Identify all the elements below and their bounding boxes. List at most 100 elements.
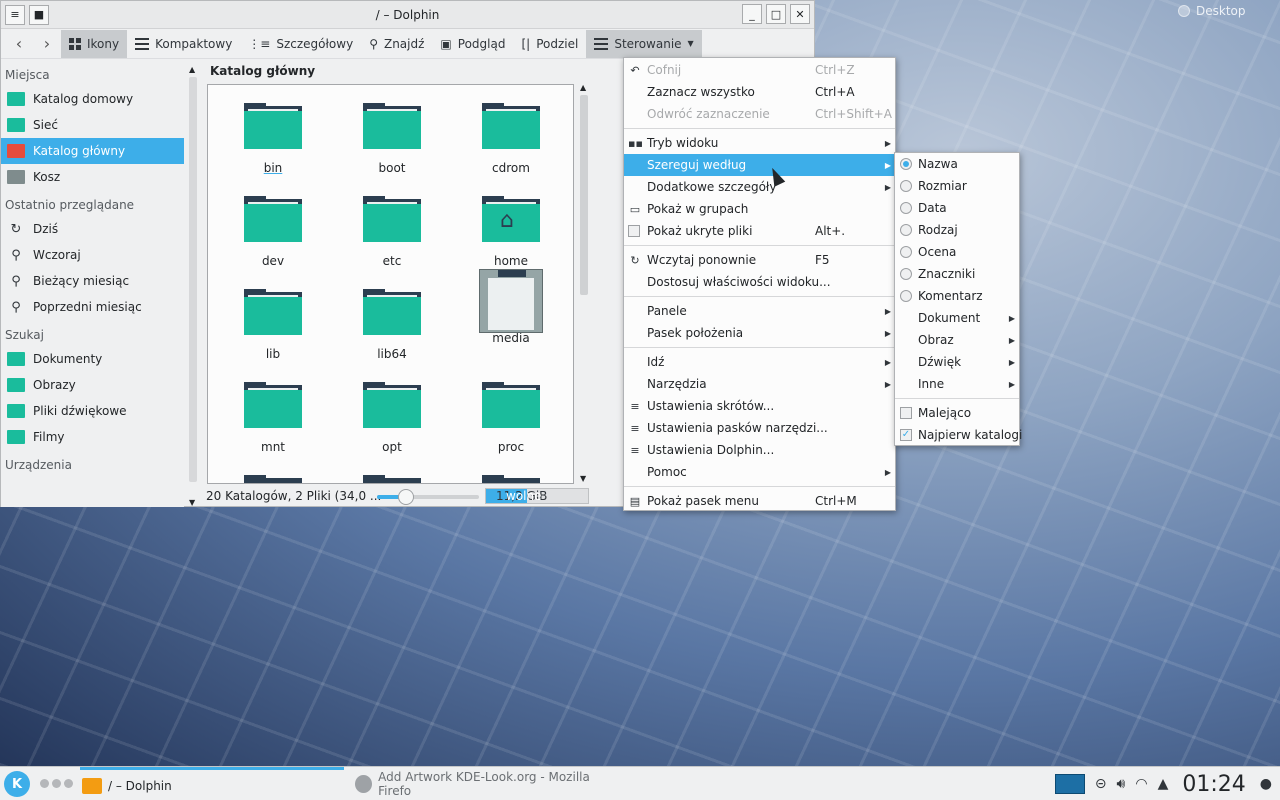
menu-adjust-view[interactable]: Dostosuj właściwości widoku... (624, 271, 895, 293)
menu-dolphin-settings[interactable]: ≡ Ustawienia Dolphin... (624, 439, 895, 461)
file-item-partial[interactable] (347, 475, 437, 483)
maximize-button[interactable]: □ (766, 4, 786, 24)
volume-icon[interactable]: 🔊︎ (1117, 776, 1126, 792)
menu-show-menubar[interactable]: ▤ Pokaż pasek menu Ctrl+M (624, 490, 895, 512)
view-scrollbar[interactable]: ▲ ▼ (579, 83, 589, 483)
free-space-indicator[interactable]: wolne 11,2 GiB (485, 488, 589, 504)
menu-invert-selection[interactable]: Odwróć zaznaczenie Ctrl+Shift+A (624, 103, 895, 125)
menu-additional-info[interactable]: Dodatkowe szczegóły ▶ (624, 176, 895, 198)
scroll-down-icon[interactable]: ▼ (189, 498, 195, 507)
sort-other[interactable]: Inne ▶ (895, 373, 1019, 395)
menu-location-bar[interactable]: Pasek położenia ▶ (624, 322, 895, 344)
minimize-button[interactable]: _ (742, 4, 762, 24)
menu-help[interactable]: Pomoc ▶ (624, 461, 895, 483)
file-item-dev[interactable]: dev (228, 196, 318, 268)
file-item-opt[interactable]: opt (347, 382, 437, 454)
sidebar-item-yesterday[interactable]: ⚲ Wczoraj (1, 242, 184, 268)
scroll-thumb[interactable] (580, 95, 588, 295)
file-item-proc[interactable]: proc (466, 382, 556, 454)
menu-reload[interactable]: ↻ Wczytaj ponownie F5 (624, 249, 895, 271)
breadcrumb[interactable]: Katalog główny (210, 64, 315, 78)
sidebar-item-images[interactable]: Obrazy (1, 372, 184, 398)
sidebar-item-root[interactable]: Katalog główny (1, 138, 184, 164)
sort-rating[interactable]: Ocena (895, 241, 1019, 263)
window-menu-button[interactable]: ≡ (5, 4, 25, 25)
sidebar-item-videos[interactable]: Filmy (1, 424, 184, 450)
sort-descending[interactable]: Malejąco (895, 402, 1019, 424)
sort-document[interactable]: Dokument ▶ (895, 307, 1019, 329)
sort-type[interactable]: Rodzaj (895, 219, 1019, 241)
menu-view-mode[interactable]: ▪▪ Tryb widoku ▶ (624, 132, 895, 154)
sidebar-item-today[interactable]: ↻ Dziś (1, 216, 184, 242)
compact-view-button[interactable]: Kompaktowy (127, 30, 240, 58)
tray-expand-icon[interactable]: ▲ (1158, 776, 1169, 792)
sidebar-item-this-month[interactable]: ⚲ Bieżący miesiąc (1, 268, 184, 294)
file-item-etc[interactable]: etc (347, 196, 437, 268)
file-item-lib[interactable]: lib (228, 289, 318, 361)
sidebar-scrollbar[interactable]: ▲ ▼ (187, 65, 199, 507)
sort-date[interactable]: Data (895, 197, 1019, 219)
file-item-lib64[interactable]: lib64 (347, 289, 437, 361)
menu-toolbar-settings[interactable]: ≡ Ustawienia pasków narzędzi... (624, 417, 895, 439)
sort-size[interactable]: Rozmiar (895, 175, 1019, 197)
desktop-label[interactable]: Desktop (1178, 4, 1246, 18)
zoom-slider[interactable] (377, 489, 479, 505)
file-item-bin[interactable]: bin (228, 103, 318, 175)
back-button[interactable]: ‹ (5, 30, 33, 58)
task-dolphin[interactable]: / – Dolphin (80, 767, 344, 800)
scroll-down-icon[interactable]: ▼ (580, 474, 586, 483)
menu-show-in-groups[interactable]: ▭ Pokaż w grupach (624, 198, 895, 220)
forward-button[interactable]: › (33, 30, 61, 58)
file-item-cdrom[interactable]: cdrom (466, 103, 556, 175)
menu-tools[interactable]: Narzędzia ▶ (624, 373, 895, 395)
menu-sort-by[interactable]: Szereguj według ▶ (624, 154, 895, 176)
task-firefox[interactable]: Add Artwork KDE-Look.org - Mozilla Firef… (355, 767, 615, 800)
sort-name[interactable]: Nazwa (895, 153, 1019, 175)
virtual-desktop-pager[interactable] (40, 779, 73, 788)
clock[interactable]: 01:24 (1182, 772, 1245, 797)
sort-image[interactable]: Obraz ▶ (895, 329, 1019, 351)
sidebar-item-network[interactable]: Sieć (1, 112, 184, 138)
screen-icon[interactable] (1054, 774, 1085, 794)
titlebar[interactable]: ≡ ■ / – Dolphin _ □ ✕ (1, 1, 814, 29)
menu-item-label: Malejąco (918, 406, 972, 420)
sort-comment[interactable]: Komentarz (895, 285, 1019, 307)
zoom-slider-handle[interactable] (397, 489, 414, 505)
file-item-partial[interactable] (466, 475, 556, 483)
file-item-boot[interactable]: boot (347, 103, 437, 175)
menu-show-hidden[interactable]: Pokaż ukryte pliki Alt+. (624, 220, 895, 242)
menu-go[interactable]: Idź ▶ (624, 351, 895, 373)
menu-select-all[interactable]: Zaznacz wszystko Ctrl+A (624, 81, 895, 103)
application-launcher[interactable]: K (4, 771, 30, 797)
split-button[interactable]: [| Podziel (513, 30, 586, 58)
scroll-up-icon[interactable]: ▲ (189, 65, 195, 74)
sidebar-item-documents[interactable]: Dokumenty (1, 346, 184, 372)
scroll-up-icon[interactable]: ▲ (580, 83, 586, 92)
network-connect-icon[interactable]: ⊝ (1095, 776, 1107, 792)
menu-panels[interactable]: Panele ▶ (624, 300, 895, 322)
sidebar-item-audio[interactable]: Pliki dźwiękowe (1, 398, 184, 424)
control-menu-button[interactable]: Sterowanie ▼ (586, 29, 702, 58)
file-view[interactable]: bin boot cdrom dev etc ⌂ home lib lib64 media mnt o… (207, 84, 574, 484)
sidebar-item-last-month[interactable]: ⚲ Poprzedni miesiąc (1, 294, 184, 320)
file-item-mnt[interactable]: mnt (228, 382, 318, 454)
desktop-toggle-icon[interactable]: ● (1260, 776, 1272, 792)
file-item-partial[interactable] (228, 475, 318, 483)
pin-button[interactable]: ■ (29, 4, 49, 25)
icons-view-button[interactable]: Ikony (61, 29, 128, 58)
file-item-media[interactable]: media (466, 269, 556, 345)
close-button[interactable]: ✕ (790, 4, 810, 24)
sidebar-item-trash[interactable]: Kosz (1, 164, 184, 190)
find-button[interactable]: ⚲ Znajdź (361, 30, 432, 58)
file-item-home[interactable]: ⌂ home (466, 196, 556, 268)
preview-button[interactable]: ▣ Podgląd (432, 30, 513, 58)
sort-tags[interactable]: Znaczniki (895, 263, 1019, 285)
sort-audio[interactable]: Dźwięk ▶ (895, 351, 1019, 373)
details-view-button[interactable]: ⋮≡ Szczegółowy (240, 30, 361, 58)
sidebar-item-home[interactable]: Katalog domowy (1, 86, 184, 112)
menu-item-label: Komentarz (918, 289, 983, 303)
menu-shortcut-settings[interactable]: ≡ Ustawienia skrótów... (624, 395, 895, 417)
menu-undo[interactable]: ↶ Cofnij Ctrl+Z (624, 59, 895, 81)
wifi-icon[interactable]: ◠ (1135, 776, 1147, 792)
sort-folders-first[interactable]: ✓ Najpierw katalogi (895, 424, 1022, 446)
